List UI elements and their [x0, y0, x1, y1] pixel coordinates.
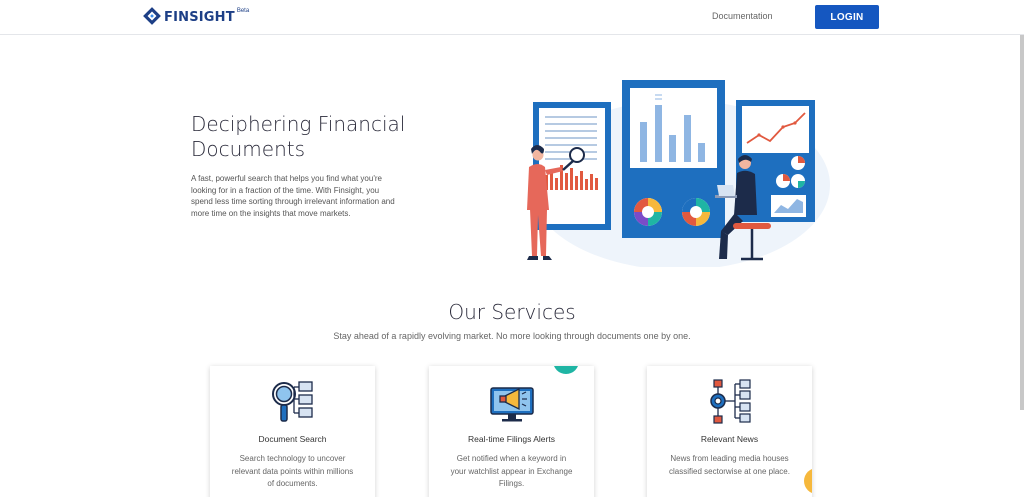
service-card-relevant-news[interactable]: Relevant News News from leading media ho…	[647, 366, 812, 497]
service-card-document-search[interactable]: Document Search Search technology to unc…	[210, 366, 375, 497]
card-description: Get notified when a keyword in your watc…	[450, 454, 573, 488]
services-subtitle: Stay ahead of a rapidly evolving market.…	[333, 331, 691, 341]
card-title: Document Search	[258, 434, 327, 444]
financial-analysis-illustration	[527, 80, 830, 267]
card-title: Relevant News	[700, 434, 759, 444]
document-search-icon	[272, 381, 313, 422]
hero-description: A fast, powerful search that helps you f…	[191, 174, 395, 218]
documentation-link[interactable]: Documentation	[712, 11, 773, 21]
services-title: Our Services	[448, 300, 576, 324]
beta-badge: Beta	[236, 8, 250, 14]
top-navbar: FINSIGHT Beta Documentation LOGIN	[0, 0, 1024, 35]
card-title: Real-time Filings Alerts	[468, 434, 555, 444]
megaphone-monitor-icon	[490, 387, 534, 422]
page-scrollbar[interactable]	[1020, 35, 1024, 410]
card-description: Search technology to uncover relevant da…	[231, 454, 354, 488]
hero-title: Deciphering Financial Documents	[191, 112, 406, 161]
decorative-yellow-circle	[804, 468, 812, 494]
finsight-logo-icon	[143, 7, 161, 25]
brand-logo[interactable]: FINSIGHT Beta	[143, 7, 249, 25]
card-description: News from leading media houses classifie…	[669, 454, 790, 476]
brand-name: FINSIGHT	[164, 10, 235, 25]
decorative-teal-circle	[553, 366, 579, 374]
service-card-filings-alerts[interactable]: Real-time Filings Alerts Get notified wh…	[429, 366, 594, 497]
login-button[interactable]: LOGIN	[815, 5, 879, 29]
gear-network-icon	[710, 379, 751, 424]
